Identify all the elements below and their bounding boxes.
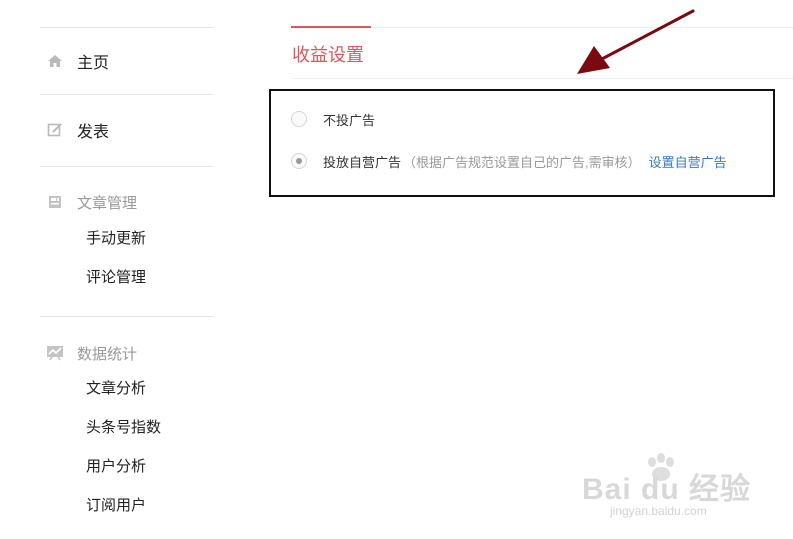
sidebar-section-label: 数据统计 — [77, 345, 138, 363]
watermark-url: jingyan.baidu.com — [610, 504, 707, 518]
sidebar-section-articles[interactable]: 文章管理 — [40, 190, 137, 214]
sidebar-divider — [40, 94, 213, 95]
sidebar-item-label: 发表 — [77, 124, 110, 141]
sidebar-divider — [40, 316, 213, 317]
edit-icon — [46, 121, 64, 139]
page-title[interactable]: 收益设置 — [292, 41, 364, 67]
sidebar-section-label: 文章管理 — [77, 194, 138, 212]
option-label: 不投广告 — [323, 112, 376, 128]
watermark-brand: Bai du 经验 — [582, 473, 752, 506]
sidebar-item-publish[interactable]: 发表 — [40, 118, 109, 142]
document-icon — [46, 193, 64, 211]
radio-no-ads[interactable] — [291, 111, 307, 127]
sidebar-item-user-analysis[interactable]: 用户分析 — [86, 456, 146, 478]
sidebar-item-comments[interactable]: 评论管理 — [86, 267, 146, 289]
setup-own-ads-link[interactable]: 设置自营广告 — [649, 152, 727, 171]
home-icon — [46, 52, 64, 70]
ad-settings-panel: 不投广告 投放自营广告 （根据广告规范设置自己的广告,需审核） 设置自营广告 — [269, 89, 775, 197]
annotation-arrow-icon — [577, 9, 695, 74]
sidebar-item-index[interactable]: 头条号指数 — [86, 417, 161, 439]
option-note: （根据广告规范设置自己的广告,需审核） — [403, 154, 641, 170]
option-no-ads[interactable]: 不投广告 — [291, 109, 375, 129]
sidebar-item-label: 主页 — [77, 55, 110, 72]
active-tab-indicator — [291, 26, 371, 28]
chart-icon — [46, 344, 64, 362]
sidebar: 主页 发表 文章管理 手动更新 评论管理 数据统计 文章分析 头条号指数 用户分… — [40, 0, 214, 539]
radio-own-ads[interactable] — [291, 153, 307, 169]
title-divider — [291, 78, 793, 79]
sidebar-item-manual-update[interactable]: 手动更新 — [86, 228, 146, 250]
sidebar-divider — [40, 166, 213, 167]
option-own-ads[interactable]: 投放自营广告 （根据广告规范设置自己的广告,需审核） 设置自营广告 — [291, 151, 727, 171]
sidebar-item-subscribers[interactable]: 订阅用户 — [86, 495, 146, 517]
option-label: 投放自营广告 — [323, 154, 402, 170]
sidebar-divider — [40, 27, 213, 28]
sidebar-section-stats[interactable]: 数据统计 — [40, 341, 137, 365]
sidebar-item-home[interactable]: 主页 — [40, 49, 109, 73]
baidu-watermark: Bai du 经验 jingyan.baidu.com — [580, 452, 760, 522]
sidebar-item-article-analysis[interactable]: 文章分析 — [86, 378, 146, 400]
